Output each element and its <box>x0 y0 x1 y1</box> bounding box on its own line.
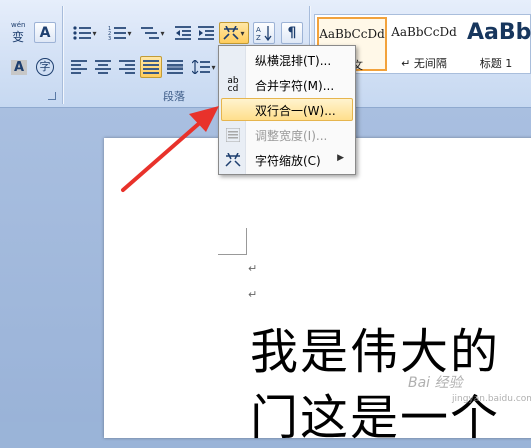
style-sample: AaBbCcDd <box>391 25 457 39</box>
decrease-indent-icon <box>175 26 191 40</box>
bullets-button[interactable]: ▾ <box>68 22 102 44</box>
distributed-icon <box>167 60 183 74</box>
menu-item-label: 双行合一(W)... <box>255 104 336 118</box>
menu-item-character-scale[interactable]: 字符缩放(C) ▶ <box>221 148 353 171</box>
chevron-down-icon: ▾ <box>240 28 245 38</box>
distributed-button[interactable] <box>164 56 186 78</box>
enclose-characters-button[interactable]: 字 <box>34 56 56 78</box>
chevron-down-icon: ▾ <box>92 28 97 38</box>
character-shading-icon: A <box>10 59 28 75</box>
numbering-button[interactable]: 1 2 3 ▾ <box>103 22 137 44</box>
show-hide-marks-button[interactable]: ¶ <box>281 22 303 44</box>
chinese-layout-icon <box>223 26 240 40</box>
chevron-down-icon: ▾ <box>127 28 132 38</box>
menu-item-combine-characters[interactable]: ab cd 合并字符(M)... <box>221 73 353 96</box>
menu-item-label: 合并字符(M)... <box>255 79 335 93</box>
watermark-logo: Bai 经验 <box>408 375 463 391</box>
paragraph-group-label: 段落 <box>163 90 185 103</box>
margin-corner-mark <box>218 228 247 255</box>
chinese-layout-menu: 纵横混排(T)... ab cd 合并字符(M)... 双行合一(W)... 调… <box>218 45 356 175</box>
svg-text:3: 3 <box>108 36 111 40</box>
paragraph-mark: ↵ <box>248 288 258 301</box>
font-dialog-launcher-icon[interactable] <box>48 92 56 100</box>
align-right-button[interactable] <box>116 56 138 78</box>
menu-item-label: 调整宽度(I)... <box>255 129 328 143</box>
svg-text:Z: Z <box>256 34 261 41</box>
phonetic-guide-icon: wén 变 <box>10 21 28 44</box>
sort-button[interactable]: AZ <box>253 22 275 44</box>
numbering-icon: 1 2 3 <box>108 26 127 40</box>
paragraph-mark: ↵ <box>248 262 258 275</box>
sort-icon: AZ <box>256 26 272 41</box>
watermark-url: jingyan.baidu.com <box>452 394 531 404</box>
svg-text:A: A <box>256 26 261 34</box>
enclose-characters-icon: 字 <box>36 58 54 76</box>
style-sample: AaBbCcDd <box>319 27 385 41</box>
group-separator <box>62 6 63 104</box>
paragraph-mark-icon: ¶ <box>287 25 297 41</box>
phonetic-guide-button[interactable]: wén 变 <box>8 21 30 44</box>
menu-item-label: 字符缩放(C) <box>255 154 321 168</box>
align-right-icon <box>119 60 135 74</box>
chevron-down-icon: ▾ <box>160 28 165 38</box>
combine-characters-icon: ab cd <box>227 76 239 94</box>
bullets-icon <box>73 26 92 40</box>
style-heading-1[interactable]: AaBb 标题 1 <box>461 17 531 71</box>
menu-item-label: 纵横混排(T)... <box>255 54 332 68</box>
fit-text-icon <box>224 126 242 144</box>
style-no-spacing[interactable]: AaBbCcDd ↵ 无间隔 <box>389 17 459 71</box>
multilevel-list-button[interactable]: ▾ <box>138 22 168 44</box>
character-border-icon: A <box>39 24 51 41</box>
line-spacing-icon <box>192 60 211 74</box>
chevron-down-icon: ▾ <box>211 62 216 72</box>
multilevel-list-icon <box>141 27 160 39</box>
align-left-button[interactable] <box>68 56 90 78</box>
align-center-button[interactable] <box>92 56 114 78</box>
chinese-layout-button[interactable]: ▾ <box>219 22 249 44</box>
align-left-icon <box>71 60 87 74</box>
submenu-arrow-icon: ▶ <box>337 153 344 163</box>
character-shading-button[interactable]: A <box>8 56 30 78</box>
menu-item-fit-text[interactable]: 调整宽度(I)... <box>221 123 353 146</box>
character-border-button[interactable]: A <box>34 22 56 43</box>
align-center-icon <box>95 60 111 74</box>
style-name: ↵ 无间隔 <box>401 57 447 70</box>
style-sample: AaBb <box>467 20 531 45</box>
phonetic-char: 变 <box>12 30 25 44</box>
menu-item-two-lines-in-one[interactable]: 双行合一(W)... <box>221 98 353 121</box>
line-spacing-button[interactable]: ▾ <box>189 56 219 78</box>
decrease-indent-button[interactable] <box>172 22 194 44</box>
menu-item-vertical-in-horizontal[interactable]: 纵横混排(T)... <box>221 48 353 71</box>
increase-indent-button[interactable] <box>195 22 217 44</box>
justify-icon <box>143 60 159 74</box>
justify-button[interactable] <box>140 56 162 78</box>
increase-indent-icon <box>198 26 214 40</box>
character-scale-icon <box>224 151 242 169</box>
style-name: 标题 1 <box>479 57 513 70</box>
